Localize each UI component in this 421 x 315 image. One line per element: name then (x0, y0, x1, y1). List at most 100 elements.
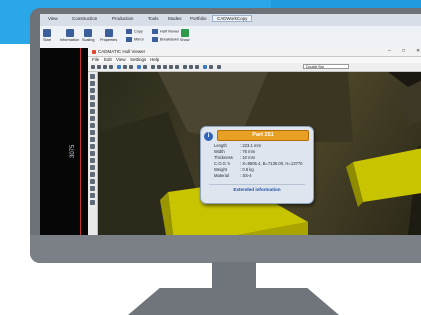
ribbon-scaling-label: Scaling (82, 38, 95, 42)
part-header: Part 251 (217, 130, 309, 141)
host-menu-portfolio[interactable]: Portfolio (190, 16, 207, 21)
viewer-menu-help[interactable]: Help (150, 57, 159, 62)
ribbon-properties-label: Properties (100, 38, 118, 42)
maximize-button[interactable]: □ (402, 48, 405, 54)
prop-length: Length : 223.1 mm (214, 143, 261, 148)
tool-15-icon[interactable] (90, 172, 95, 177)
tool-16-icon[interactable] (90, 179, 95, 184)
view-front-icon[interactable] (151, 65, 155, 69)
section-icon[interactable] (195, 65, 199, 69)
popup-divider (209, 184, 305, 185)
viewer-menu-view[interactable]: View (116, 57, 126, 62)
ribbon-properties-button[interactable]: Properties (100, 29, 117, 42)
open-icon[interactable] (97, 65, 101, 69)
host-menu-modes[interactable]: Modes (168, 16, 182, 21)
tool-19-icon[interactable] (90, 200, 95, 205)
ribbon-scaling-button[interactable]: Scaling (82, 29, 94, 42)
tool-3-icon[interactable] (90, 88, 95, 93)
tool-18-icon[interactable] (90, 193, 95, 198)
viewer-menu-settings[interactable]: Settings (130, 57, 146, 62)
hide-icon[interactable] (209, 65, 213, 69)
ribbon-breakdown-button[interactable]: Breakdown (152, 37, 179, 42)
ribbon-half-viewer-label: Half Viewer (160, 29, 180, 34)
minimize-button[interactable]: – (388, 48, 391, 54)
print-icon[interactable] (109, 65, 113, 69)
tool-7-icon[interactable] (90, 116, 95, 121)
tool-11-icon[interactable] (90, 144, 95, 149)
select-icon[interactable] (117, 65, 121, 69)
measure-icon[interactable] (203, 65, 207, 69)
ribbon-show-label: Show (180, 38, 190, 42)
tool-17-icon[interactable] (90, 186, 95, 191)
hull-viewer-window: CADMATIC Hull Viewer – □ ✕ File Edit Vie… (88, 48, 421, 235)
monitor-stand-neck (212, 262, 256, 288)
prop-material: Material: SS-4 (214, 173, 252, 178)
prop-length-value: : 223.1 mm (240, 143, 261, 148)
wireframe-icon[interactable] (189, 65, 193, 69)
zoom-icon[interactable] (137, 65, 141, 69)
host-menu-construction[interactable]: Construction (72, 16, 97, 21)
prop-cog-key: C.O.G.'s (214, 161, 230, 166)
prop-weight: Weight: 0.6 kg (214, 167, 254, 172)
tool-4-icon[interactable] (90, 95, 95, 100)
tool-1-icon[interactable] (90, 74, 95, 79)
monitor-chin (30, 235, 421, 263)
prop-width: Width: 75 mm (214, 149, 255, 154)
host-menu-tools[interactable]: Tools (148, 16, 159, 21)
new-icon[interactable] (91, 65, 95, 69)
ribbon-mirror-button[interactable]: Mirror (126, 37, 144, 42)
prop-thickness: Thickness : 10 mm (214, 155, 255, 160)
viewer-menu-edit[interactable]: Edit (104, 57, 112, 62)
prop-thickness-value: : 10 mm (240, 155, 256, 160)
pan-icon[interactable] (123, 65, 127, 69)
save-icon[interactable] (103, 65, 107, 69)
prop-length-key: Length (214, 143, 227, 148)
viewer-titlebar: CADMATIC Hull Viewer – □ ✕ (88, 48, 421, 57)
properties-icon (104, 29, 113, 37)
tool-8-icon[interactable] (90, 123, 95, 128)
viewer-menu-file[interactable]: File (92, 57, 99, 62)
ribbon-start-button[interactable]: Start (43, 29, 51, 42)
prop-cog: C.O.G.'s: X=9505.4, B=7130.00, H=13770 (214, 161, 303, 166)
extended-information-link[interactable]: Extended information (201, 187, 313, 192)
tool-10-icon[interactable] (90, 137, 95, 142)
info-icon: i (204, 132, 213, 141)
close-button[interactable]: ✕ (416, 48, 420, 54)
ribbon-show-button[interactable]: Show (180, 29, 190, 42)
ribbon-start-label: Start (43, 38, 52, 42)
host-drawing-area[interactable]: 3075 (40, 48, 88, 235)
viewer-toolbar: Double Bar (88, 63, 421, 72)
ribbon-half-viewer-button[interactable]: Half Viewer (152, 29, 179, 34)
ribbon-information-button[interactable]: Information (60, 29, 79, 42)
tool-9-icon[interactable] (90, 130, 95, 135)
host-menu-view[interactable]: View (48, 16, 58, 21)
view-left-icon[interactable] (163, 65, 167, 69)
tool-6-icon[interactable] (90, 109, 95, 114)
mirror-icon (126, 37, 132, 42)
display-mode-select[interactable]: Double Bar (303, 64, 349, 69)
part-info-popup: i Part 251 Length : 223.1 mm Width: 75 mm… (200, 126, 314, 204)
ribbon-copy-button[interactable]: Copy (126, 29, 143, 34)
scaling-icon (84, 29, 93, 37)
breakdown-icon (152, 37, 158, 42)
prop-thickness-key: Thickness (214, 155, 233, 160)
zoom-fit-icon[interactable] (143, 65, 147, 69)
ribbon-mirror-label: Mirror (134, 37, 144, 42)
tool-14-icon[interactable] (90, 165, 95, 170)
tool-2-icon[interactable] (90, 81, 95, 86)
tool-5-icon[interactable] (90, 102, 95, 107)
show-icon (180, 29, 189, 37)
tool-12-icon[interactable] (90, 151, 95, 156)
host-menu-active-tab[interactable]: CADWorkCopy (212, 15, 253, 22)
view-right-icon[interactable] (169, 65, 173, 69)
yellow-bracket-right[interactable] (353, 147, 421, 202)
rotate-icon[interactable] (129, 65, 133, 69)
tool-13-icon[interactable] (90, 158, 95, 163)
shading-icon[interactable] (183, 65, 187, 69)
view-back-icon[interactable] (157, 65, 161, 69)
settings-icon[interactable] (217, 65, 221, 69)
app-logo-icon (92, 50, 96, 54)
host-menu-production[interactable]: Production (112, 16, 134, 21)
view-top-icon[interactable] (175, 65, 179, 69)
prop-material-key: Material (214, 173, 229, 178)
